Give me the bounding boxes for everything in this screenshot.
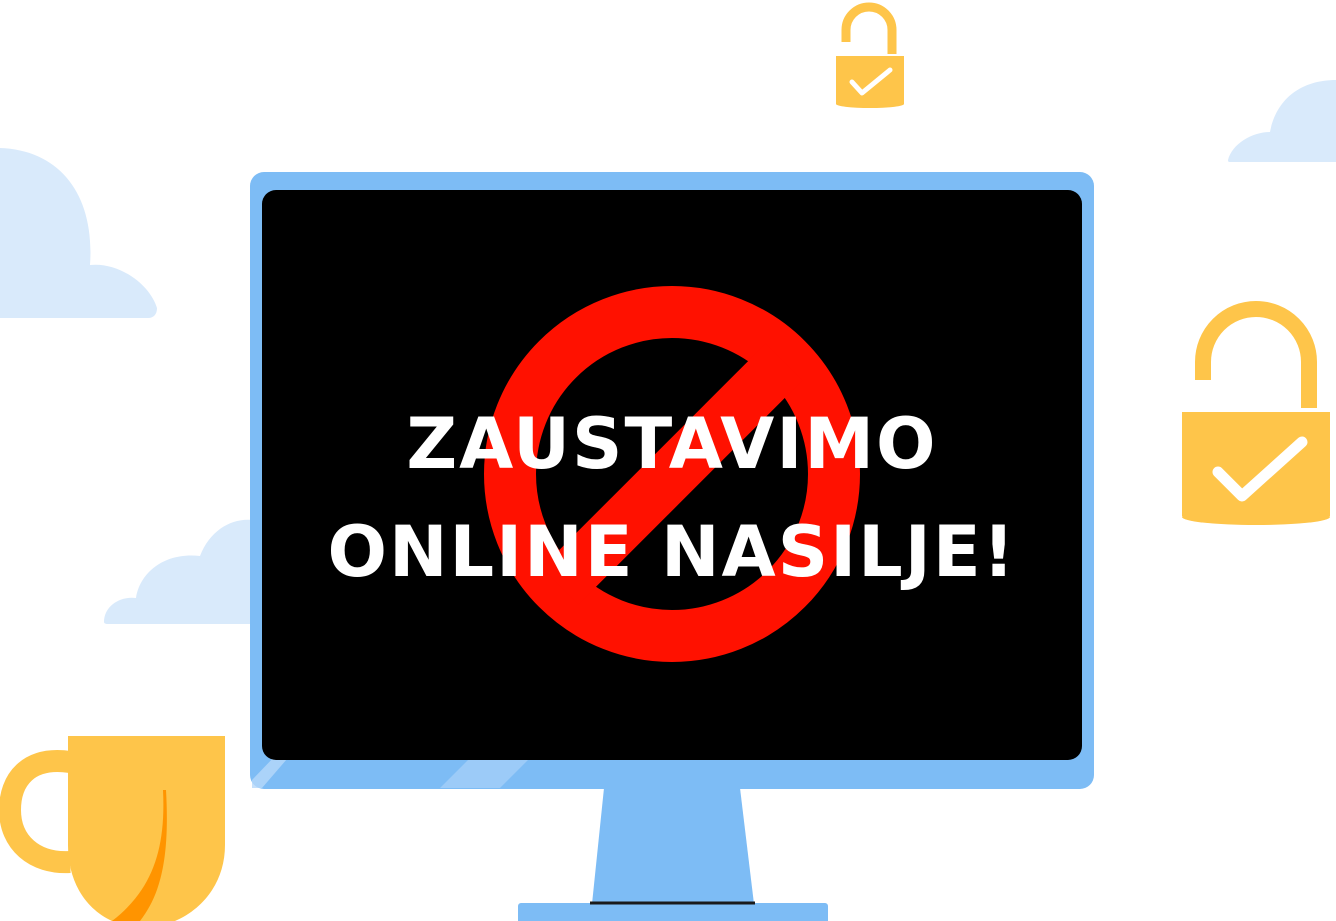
unlocked-padlock-check-icon: [1182, 301, 1330, 525]
cloud-icon: [0, 148, 157, 318]
monitor-stand: [518, 788, 828, 921]
headline-line-1: ZAUSTAVIMO: [406, 403, 938, 485]
headline-line-2: ONLINE NASILJE!: [327, 511, 1017, 593]
headline: ZAUSTAVIMO ONLINE NASILJE!: [262, 390, 1082, 606]
mug-icon: [0, 736, 225, 921]
unlocked-padlock-check-icon: [836, 2, 904, 108]
cloud-icon: [104, 519, 252, 624]
cloud-icon: [1228, 80, 1336, 162]
illustration-scene: ZAUSTAVIMO ONLINE NASILJE!: [0, 0, 1336, 921]
